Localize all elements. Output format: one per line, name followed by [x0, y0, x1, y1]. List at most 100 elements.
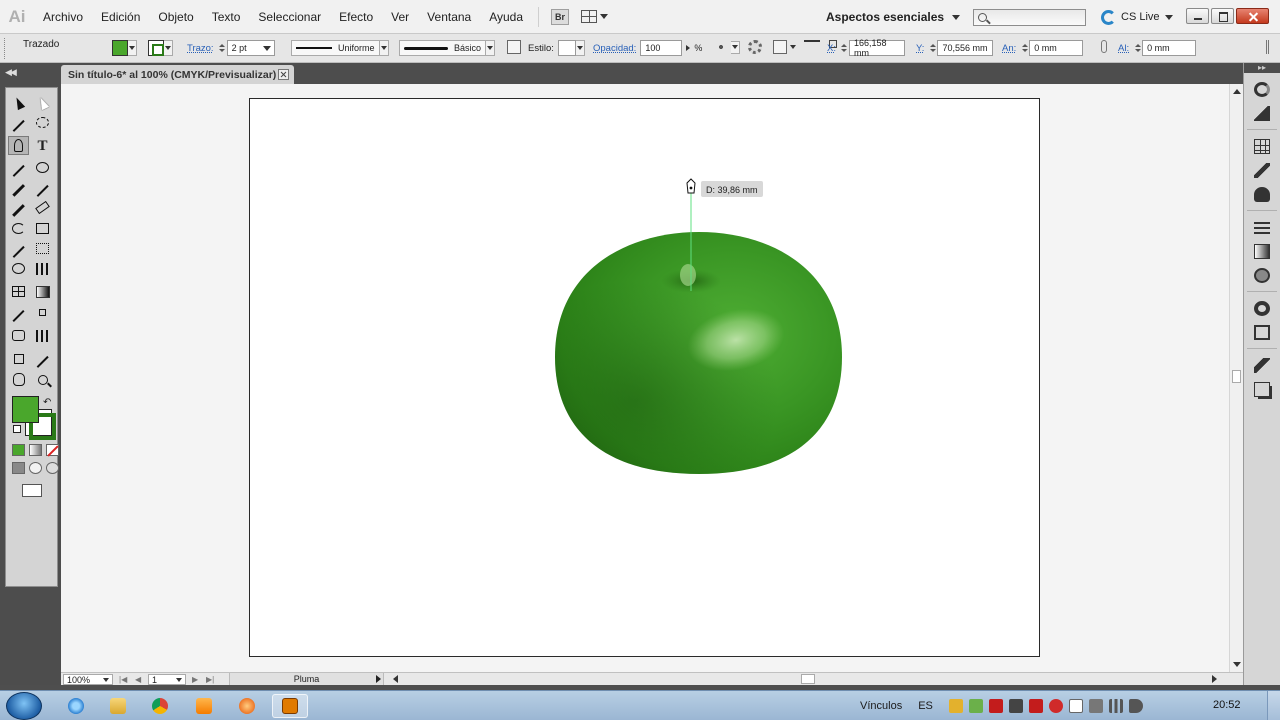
taskbar-app[interactable]: [229, 694, 265, 718]
brush-field[interactable]: Básico: [399, 40, 486, 56]
profile-dropdown[interactable]: [380, 40, 389, 56]
draw-inside-button[interactable]: [46, 462, 59, 474]
shape-builder-tool[interactable]: [8, 259, 29, 278]
cs-live-button[interactable]: CS Live: [1101, 0, 1173, 34]
gradient-tool[interactable]: [32, 282, 53, 301]
taskbar-chrome[interactable]: [142, 694, 178, 718]
volume-icon[interactable]: [1128, 699, 1143, 713]
height-label[interactable]: Al:: [1118, 43, 1129, 54]
fill-color-control[interactable]: [112, 40, 137, 56]
height-stepper[interactable]: [1133, 40, 1142, 56]
column-graph-tool[interactable]: [32, 326, 53, 345]
close-tab-icon[interactable]: [278, 69, 289, 80]
selection-tool[interactable]: [8, 93, 29, 112]
variable-width-profile[interactable]: Uniforme: [291, 40, 389, 56]
color-guide-icon[interactable]: [1254, 106, 1270, 121]
anchor-point-button[interactable]: [804, 40, 820, 42]
type-tool[interactable]: T: [32, 136, 53, 155]
eraser-tool[interactable]: [32, 198, 53, 217]
y-field[interactable]: 70,556 mm: [937, 40, 994, 56]
none-mode-button[interactable]: [46, 444, 59, 456]
close-button[interactable]: [1236, 8, 1269, 24]
scroll-up-icon[interactable]: [1233, 89, 1241, 94]
menu-efecto[interactable]: Efecto: [330, 0, 382, 34]
scroll-down-icon[interactable]: [1233, 662, 1241, 667]
stroke-swatch[interactable]: [148, 40, 164, 56]
free-transform-tool[interactable]: [32, 239, 53, 258]
width-tool[interactable]: [8, 239, 29, 258]
hand-tool[interactable]: [8, 370, 29, 389]
menu-ayuda[interactable]: Ayuda: [480, 0, 532, 34]
opacity-label[interactable]: Opacidad:: [593, 43, 636, 54]
style-swatch[interactable]: [557, 40, 576, 56]
color-mode-button[interactable]: [12, 444, 25, 456]
canvas-area[interactable]: D: 39,86 mm: [61, 84, 1229, 672]
lasso-tool[interactable]: [32, 113, 53, 132]
transparency-icon[interactable]: [1254, 268, 1270, 283]
control-bar-grip[interactable]: [4, 38, 7, 59]
scroll-right-icon[interactable]: [1212, 675, 1217, 683]
opacity-field[interactable]: 100: [640, 40, 683, 56]
x-stepper[interactable]: [840, 40, 849, 56]
document-tab[interactable]: Sin título-6* al 100% (CMYK/Previsualiza…: [61, 65, 294, 84]
perspective-grid-tool[interactable]: [32, 259, 53, 278]
graphic-styles-icon[interactable]: [1254, 325, 1270, 340]
gradient-mode-button[interactable]: [29, 444, 42, 456]
arrange-documents-button[interactable]: [581, 10, 609, 23]
restore-button[interactable]: [1211, 8, 1234, 24]
color-panel-icon[interactable]: [1254, 82, 1270, 97]
mesh-tool[interactable]: [8, 282, 29, 301]
status-menu-arrow-icon[interactable]: [376, 675, 381, 683]
pen-tool[interactable]: [8, 136, 29, 155]
width-stepper[interactable]: [1020, 40, 1029, 56]
menu-seleccionar[interactable]: Seleccionar: [249, 0, 330, 34]
swatches-icon[interactable]: [1254, 139, 1270, 154]
menu-ventana[interactable]: Ventana: [418, 0, 480, 34]
constrain-proportions-button[interactable]: [1097, 40, 1111, 53]
slice-tool[interactable]: [32, 349, 53, 368]
menu-texto[interactable]: Texto: [203, 0, 250, 34]
ellipse-tool[interactable]: [32, 158, 53, 177]
taskbar-illustrator[interactable]: [272, 694, 308, 718]
zoom-tool[interactable]: [32, 370, 53, 389]
fill-dropdown[interactable]: [128, 40, 137, 56]
action-center-flag-icon[interactable]: [1068, 699, 1083, 713]
next-artboard-icon[interactable]: ▶: [192, 675, 198, 684]
scroll-left-icon[interactable]: [393, 675, 398, 683]
layers-icon[interactable]: [1254, 358, 1270, 373]
taskbar-explorer[interactable]: [100, 694, 136, 718]
pencil-tool[interactable]: [32, 178, 53, 197]
gradient-panel-icon[interactable]: [1254, 244, 1270, 259]
scale-tool[interactable]: [32, 219, 53, 238]
screen-mode-button[interactable]: [22, 484, 42, 497]
last-artboard-icon[interactable]: ▶|: [206, 675, 214, 684]
previous-artboard-icon[interactable]: ◀: [135, 675, 141, 684]
collapse-panels-icon[interactable]: ◀◀: [5, 67, 17, 78]
bridge-button[interactable]: Br: [551, 8, 570, 25]
height-field[interactable]: 0 mm: [1142, 40, 1197, 56]
style-dropdown[interactable]: [575, 40, 585, 56]
stroke-color-control[interactable]: [148, 40, 173, 56]
stroke-panel-icon[interactable]: [1254, 220, 1270, 235]
recolor-dropdown[interactable]: [731, 40, 740, 54]
default-colors-icon[interactable]: [13, 425, 21, 433]
blend-tool[interactable]: [32, 303, 53, 322]
expand-panels-icon[interactable]: ▸▸: [1244, 63, 1280, 73]
workspace-switcher[interactable]: Aspectos esenciales: [826, 0, 961, 34]
menu-objeto[interactable]: Objeto: [149, 0, 202, 34]
vertical-scrollbar[interactable]: [1229, 84, 1243, 672]
adobe-acrobat-icon[interactable]: [988, 699, 1003, 713]
symbol-sprayer-tool[interactable]: [8, 326, 29, 345]
draw-normal-button[interactable]: [12, 462, 25, 474]
magic-wand-tool[interactable]: [8, 113, 29, 132]
stroke-weight-field[interactable]: 2 pt: [226, 40, 275, 56]
stroke-label[interactable]: Trazo:: [187, 43, 214, 54]
eyedropper-tool[interactable]: [8, 303, 29, 322]
tray-app-icon[interactable]: [1048, 699, 1063, 713]
fill-color-box[interactable]: [12, 396, 39, 423]
width-field[interactable]: 0 mm: [1029, 40, 1084, 56]
brushes-icon[interactable]: [1254, 163, 1270, 178]
direct-selection-tool[interactable]: [32, 93, 53, 112]
blob-brush-tool[interactable]: [8, 198, 29, 217]
opacity-slider-arrow[interactable]: [686, 45, 691, 51]
